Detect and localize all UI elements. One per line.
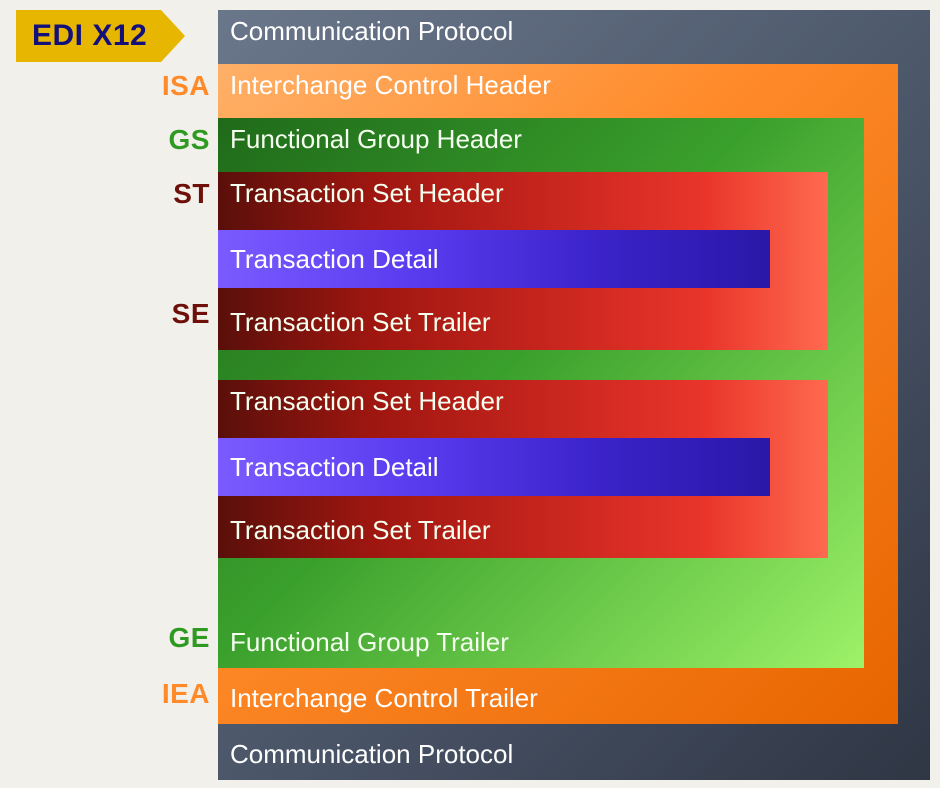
code-gs: GS bbox=[150, 126, 210, 154]
st1-footer: Transaction Set Trailer bbox=[230, 307, 491, 338]
diagram-stage: Communication Protocol Communication Pro… bbox=[218, 10, 930, 780]
st1-detail-band: Transaction Detail bbox=[218, 230, 770, 288]
title-arrow: EDI X12 bbox=[16, 10, 185, 62]
code-iea: IEA bbox=[150, 680, 210, 708]
code-ge: GE bbox=[150, 624, 210, 652]
isa-header: Interchange Control Header bbox=[230, 70, 551, 101]
code-isa: ISA bbox=[150, 72, 210, 100]
st2-detail-band: Transaction Detail bbox=[218, 438, 770, 496]
st1-header: Transaction Set Header bbox=[230, 178, 504, 209]
title-text: EDI X12 bbox=[16, 10, 161, 62]
envelope-functional-group: Functional Group Header Functional Group… bbox=[218, 118, 864, 668]
code-st: ST bbox=[150, 180, 210, 208]
st1-detail: Transaction Detail bbox=[218, 244, 439, 275]
code-se: SE bbox=[150, 300, 210, 328]
st2-header: Transaction Set Header bbox=[230, 386, 504, 417]
gs-footer: Functional Group Trailer bbox=[230, 627, 509, 658]
gs-header: Functional Group Header bbox=[230, 124, 522, 155]
arrow-tip-icon bbox=[161, 10, 185, 62]
st2-footer: Transaction Set Trailer bbox=[230, 515, 491, 546]
comm-footer: Communication Protocol bbox=[230, 739, 513, 770]
envelope-communication: Communication Protocol Communication Pro… bbox=[218, 10, 930, 780]
envelope-transaction-set-2: Transaction Set Header Transaction Detai… bbox=[218, 380, 828, 558]
isa-footer: Interchange Control Trailer bbox=[230, 683, 538, 714]
envelope-transaction-set-1: Transaction Set Header Transaction Detai… bbox=[218, 172, 828, 350]
envelope-interchange: Interchange Control Header Interchange C… bbox=[218, 64, 898, 724]
comm-header: Communication Protocol bbox=[230, 16, 513, 47]
st2-detail: Transaction Detail bbox=[218, 452, 439, 483]
